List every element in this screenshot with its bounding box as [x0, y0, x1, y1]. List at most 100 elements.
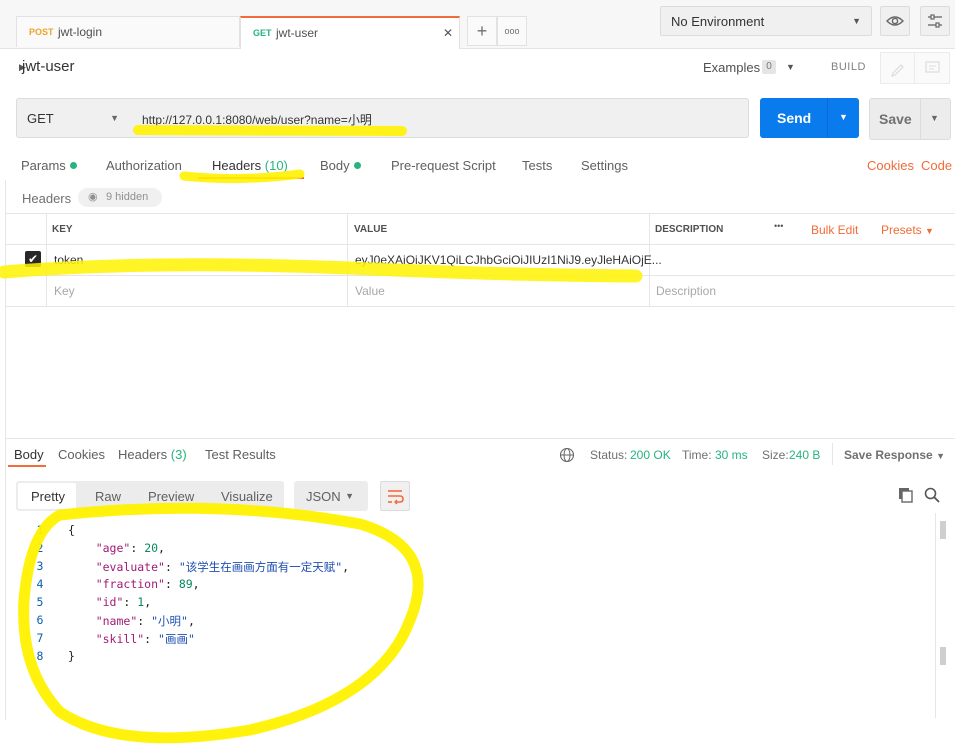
- json-value: 89: [178, 577, 193, 591]
- build-label[interactable]: BUILD: [831, 61, 866, 73]
- copy-icon[interactable]: [897, 486, 915, 504]
- comments-button[interactable]: [914, 52, 950, 84]
- json-key: "age": [95, 541, 131, 555]
- presets-label: Presets: [881, 223, 922, 237]
- code-brace-close: }: [68, 649, 75, 663]
- chevron-down-icon: ▼: [110, 113, 119, 123]
- url-input[interactable]: http://127.0.0.1:8080/web/user?name=小明: [131, 98, 749, 138]
- code-link[interactable]: Code: [921, 158, 952, 173]
- chevron-down-icon[interactable]: ▼: [930, 113, 939, 123]
- sliders-icon: [928, 14, 942, 28]
- time-value[interactable]: 30 ms: [715, 448, 748, 462]
- scrollbar-thumb[interactable]: [940, 521, 946, 539]
- save-label: Save: [879, 111, 912, 127]
- column-header-description: DESCRIPTION: [655, 224, 724, 235]
- line-number: 2: [36, 541, 44, 555]
- environment-select[interactable]: No Environment ▼: [660, 6, 872, 36]
- divider: [46, 213, 47, 306]
- header-key-cell[interactable]: token: [54, 253, 83, 267]
- tab-body[interactable]: Body: [320, 158, 361, 173]
- tab-visualize[interactable]: Visualize: [221, 489, 273, 504]
- code-line: "fraction": 89,: [95, 577, 200, 591]
- more-options-icon[interactable]: •••: [774, 221, 783, 231]
- code-brace-open: {: [68, 523, 75, 537]
- tab-jwt-user[interactable]: GET jwt-user ✕: [240, 16, 460, 49]
- tab-method: POST: [29, 27, 54, 37]
- environment-label: No Environment: [671, 14, 765, 29]
- send-button[interactable]: Send ▼: [760, 98, 859, 138]
- code-line: "skill": "画画": [95, 632, 195, 646]
- tab-prerequest-script[interactable]: Pre-request Script: [391, 158, 496, 173]
- eye-icon: [886, 16, 904, 26]
- divider: [6, 213, 955, 214]
- active-tab-underline: [8, 465, 46, 467]
- status-value[interactable]: 200 OK: [630, 448, 671, 462]
- json-key: "id": [95, 595, 124, 609]
- save-response-dropdown[interactable]: Save Response ▼: [844, 448, 945, 462]
- status-dot: [69, 162, 77, 169]
- tab-headers[interactable]: Headers (10): [212, 158, 288, 173]
- more-tabs-button[interactable]: ooo: [497, 16, 527, 46]
- divider: [6, 438, 955, 439]
- cookies-link[interactable]: Cookies: [867, 158, 914, 173]
- tab-response-cookies[interactable]: Cookies: [58, 447, 105, 462]
- size-value[interactable]: 240 B: [789, 448, 820, 462]
- search-icon[interactable]: [923, 486, 941, 504]
- globe-icon[interactable]: [559, 447, 575, 463]
- save-button[interactable]: Save ▼: [869, 98, 951, 140]
- tab-test-results[interactable]: Test Results: [205, 447, 276, 462]
- header-value-cell[interactable]: eyJ0eXAiOiJKV1QiLCJhbGciOiJIUzI1NiJ9.eyJ…: [355, 253, 662, 267]
- tab-tests[interactable]: Tests: [522, 158, 552, 173]
- tab-method: GET: [253, 28, 272, 38]
- tab-authorization[interactable]: Authorization: [106, 158, 182, 173]
- scrollbar-thumb[interactable]: [940, 647, 946, 665]
- add-tab-button[interactable]: +: [467, 16, 497, 46]
- json-key: "fraction": [95, 577, 165, 591]
- tab-jwt-login[interactable]: POST jwt-login: [16, 16, 240, 47]
- new-value-input[interactable]: Value: [355, 284, 385, 298]
- json-value: "该学生在画画方面有一定天赋": [178, 560, 343, 574]
- json-value: "小明": [151, 614, 188, 628]
- json-value: "画画": [158, 632, 195, 646]
- tab-response-body[interactable]: Body: [14, 447, 44, 462]
- tab-pretty[interactable]: Pretty: [31, 489, 65, 504]
- tab-preview[interactable]: Preview: [148, 489, 194, 504]
- editor-border: [935, 513, 936, 718]
- language-select[interactable]: JSON ▼: [294, 481, 368, 511]
- new-description-input[interactable]: Description: [656, 284, 716, 298]
- json-value: 20: [144, 541, 159, 555]
- tab-settings[interactable]: Settings: [581, 158, 628, 173]
- hidden-count: 9 hidden: [106, 191, 149, 203]
- presets-dropdown[interactable]: Presets ▼: [881, 223, 934, 237]
- save-response-label: Save Response: [844, 448, 933, 462]
- wrap-lines-button[interactable]: [380, 481, 410, 511]
- column-header-key: KEY: [52, 224, 73, 235]
- eye-icon: ◉: [88, 191, 98, 203]
- size-label: Size:: [762, 448, 789, 462]
- status-dot: [353, 162, 361, 169]
- hidden-headers-toggle[interactable]: ◉ 9 hidden: [78, 188, 162, 207]
- line-number: 5: [36, 595, 44, 609]
- close-icon[interactable]: ✕: [443, 26, 453, 40]
- pencil-icon: [890, 64, 904, 78]
- status-label: Status:: [590, 448, 628, 462]
- chevron-down-icon[interactable]: ▼: [839, 112, 848, 122]
- chevron-down-icon[interactable]: ▼: [786, 62, 795, 72]
- edit-button[interactable]: [880, 52, 916, 84]
- method-select[interactable]: GET ▼: [16, 98, 132, 138]
- tab-params[interactable]: Params: [21, 158, 77, 173]
- line-number: 3: [36, 559, 44, 573]
- send-label: Send: [777, 110, 812, 126]
- bulk-edit-link[interactable]: Bulk Edit: [811, 223, 858, 237]
- wrap-icon: [388, 490, 404, 505]
- new-key-input[interactable]: Key: [54, 284, 75, 298]
- environment-quick-look-button[interactable]: [880, 6, 910, 36]
- line-number: 6: [36, 613, 44, 627]
- chevron-down-icon: ▼: [936, 451, 945, 461]
- tab-raw[interactable]: Raw: [95, 489, 121, 504]
- tab-response-headers[interactable]: Headers (3): [118, 447, 187, 462]
- manage-environments-button[interactable]: [920, 6, 950, 36]
- request-name[interactable]: jwt-user: [22, 58, 75, 75]
- examples-dropdown[interactable]: Examples: [703, 60, 760, 75]
- check-icon[interactable]: ✔: [25, 251, 41, 267]
